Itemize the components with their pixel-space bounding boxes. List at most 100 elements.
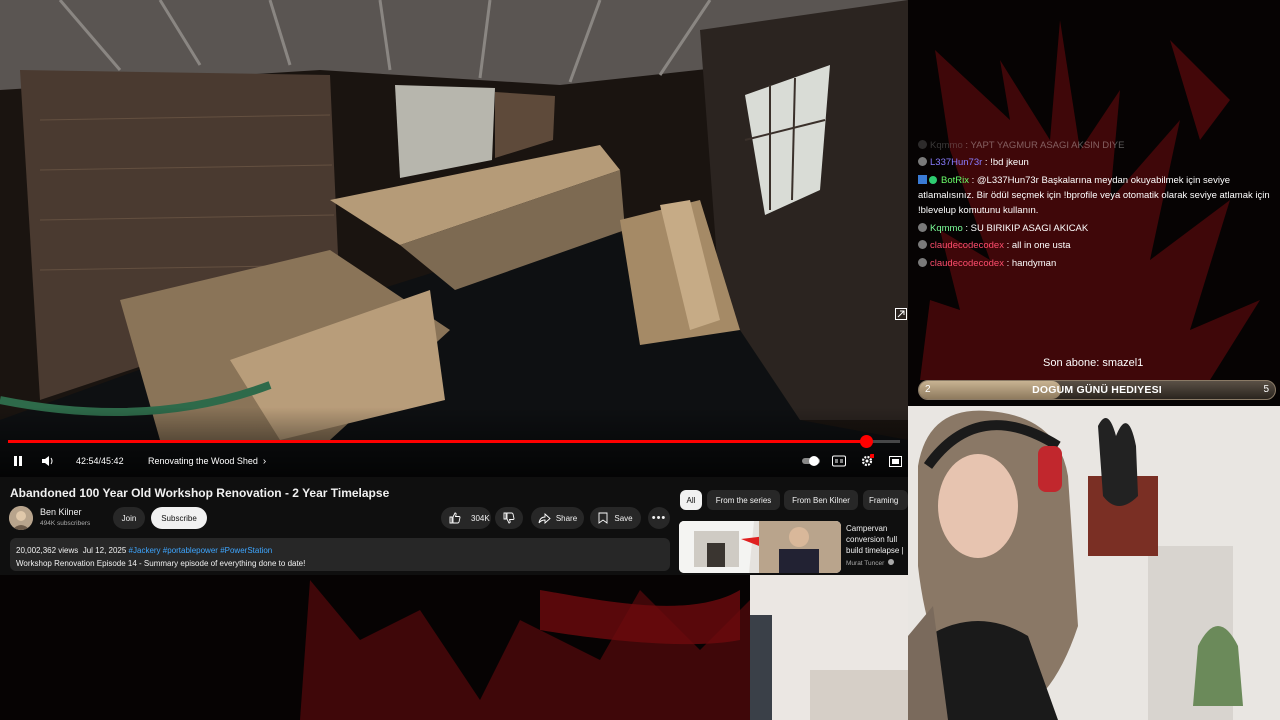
join-button[interactable]: Join [113, 507, 145, 529]
chip-all[interactable]: All [680, 490, 702, 510]
goal-title: DOGUM GÜNÜ HEDIYESI [1032, 384, 1162, 396]
chapter-title: Renovating the Wood Shed [148, 456, 258, 466]
chat-separator: : [1003, 258, 1012, 269]
user-badge-icon [918, 258, 927, 267]
chat-message: Kqmmo : YAPT YAGMUR ASAGI AKSIN DIYE [918, 138, 1124, 153]
chat-text: handyman [1011, 258, 1057, 269]
user-badge-icon [918, 140, 927, 149]
like-count: 304K [471, 513, 490, 523]
chapter-button[interactable]: Renovating the Wood Shed › [148, 450, 266, 472]
goal-target: 5 [1263, 384, 1269, 395]
chat-username: Kqmmo [930, 140, 963, 151]
chat-separator: : [962, 223, 971, 234]
gear-icon [861, 454, 874, 467]
duration: 45:42 [101, 456, 124, 466]
verified-icon [888, 559, 895, 565]
chip-from-ben-kilner[interactable]: From Ben Kilner [784, 490, 858, 510]
miniplayer-icon[interactable] [895, 307, 907, 325]
time-display: 42:54 / 45:42 [76, 450, 124, 472]
recommendation-thumbnail[interactable] [679, 521, 841, 573]
user-badge-icon [918, 157, 927, 166]
theater-icon [889, 455, 902, 467]
share-label: Share [555, 513, 578, 523]
captions-button[interactable] [832, 450, 846, 472]
subscriber-count: 494K subscribers [40, 520, 91, 527]
chat-text: all in one usta [1011, 240, 1071, 251]
current-time: 42:54 [76, 456, 99, 466]
chevron-right-icon: › [262, 455, 267, 467]
chat-username: BotRix [941, 175, 969, 186]
captions-icon [832, 455, 846, 467]
video-frame [0, 0, 908, 477]
like-button[interactable]: 304K [441, 507, 491, 529]
pause-icon [14, 456, 22, 466]
thumbs-down-icon [503, 512, 515, 524]
share-icon [538, 512, 551, 524]
recommendation-title[interactable]: Campervan conversion full build timelaps… [846, 523, 908, 557]
webcam-feed [908, 406, 1280, 720]
chat-message: claudecodecodex : all in one usta [918, 238, 1071, 253]
chip-framing[interactable]: Framing [863, 490, 908, 510]
thumbnail-image [679, 521, 841, 573]
description-box[interactable]: 20,002,362 views Jul 12, 2025 #Jackery #… [10, 538, 670, 571]
hashtag[interactable]: #Jackery [129, 546, 161, 555]
chat-username: L337Hun73r [930, 157, 983, 168]
settings-button[interactable] [860, 450, 874, 472]
progress-scrubber[interactable] [860, 435, 874, 448]
bookmark-icon [598, 512, 608, 524]
volume-icon [42, 456, 53, 466]
channel-name[interactable]: Ben Kilner [40, 507, 82, 517]
recommendation-channel: Murat Tuncer [846, 559, 895, 567]
goal-progress-bar: 2 DOGUM GÜNÜ HEDIYESI 5 [918, 380, 1276, 400]
autoplay-toggle[interactable] [801, 450, 821, 472]
publish-date: Jul 12, 2025 [82, 546, 127, 555]
video-player[interactable]: 42:54 / 45:42 Renovating the Wood Shed › [0, 0, 908, 477]
chat-text: SU BIRIKIP ASAGI AKICAK [970, 223, 1089, 234]
video-title: Abandoned 100 Year Old Workshop Renovati… [10, 486, 390, 500]
pause-button[interactable] [12, 450, 24, 472]
view-count: 20,002,362 views [16, 546, 79, 555]
room-image [750, 575, 908, 720]
chat-text: !bd jkeun [990, 157, 1029, 168]
theater-mode-button[interactable] [889, 450, 902, 472]
chat-text: YAPT YAGMUR ASAGI AKSIN DIYE [970, 140, 1125, 151]
hashtag[interactable]: #PowerStation [220, 546, 272, 555]
save-label: Save [614, 513, 633, 523]
verified-bot-icon [929, 176, 937, 184]
player-controls: 42:54 / 45:42 Renovating the Wood Shed › [0, 450, 908, 472]
description-meta: 20,002,362 views Jul 12, 2025 #Jackery #… [16, 546, 272, 555]
hashtags: #Jackery #portablepower #PowerStation [129, 546, 273, 555]
more-actions-button[interactable]: ••• [648, 507, 670, 529]
chip-from-the-series[interactable]: From the series [707, 490, 780, 510]
chat-username: claudecodecodex [930, 258, 1004, 269]
hashtag[interactable]: #portablepower [163, 546, 218, 555]
more-horizontal-icon: ••• [651, 512, 667, 524]
webcam-background-left [750, 575, 908, 720]
save-button[interactable]: Save [590, 507, 641, 529]
chat-separator: : [1003, 240, 1012, 251]
thumbs-up-icon [449, 512, 461, 524]
bot-badge-icon [918, 175, 927, 184]
volume-button[interactable] [41, 450, 55, 472]
chat-message: Kqmmo : SU BIRIKIP ASAGI AKICAK [918, 221, 1088, 236]
chat-message: L337Hun73r : !bd jkeun [918, 155, 1029, 170]
avatar-image [9, 506, 33, 530]
recommendation-channel-name: Murat Tuncer [846, 560, 885, 567]
chat-message: BotRix : @L337Hun73r Başkalarına meydan … [918, 173, 1280, 218]
dislike-button[interactable] [495, 507, 523, 529]
channel-avatar[interactable] [9, 506, 33, 530]
share-button[interactable]: Share [531, 507, 584, 529]
chat-username: Kqmmo [930, 223, 963, 234]
progress-bar[interactable] [8, 435, 900, 448]
video-info-panel: Abandoned 100 Year Old Workshop Renovati… [0, 477, 908, 575]
subscribe-button[interactable]: Subscribe [151, 507, 207, 529]
chat-message: claudecodecodex : handyman [918, 256, 1056, 271]
last-subscriber-label: Son abone: smazel1 [1043, 357, 1144, 369]
chat-separator: : [968, 175, 977, 186]
autoplay-toggle-icon [802, 456, 820, 466]
user-badge-icon [918, 240, 927, 249]
user-badge-icon [918, 223, 927, 232]
webcam-image [908, 406, 1280, 720]
progress-played [8, 440, 867, 443]
chat-username: claudecodecodex [930, 240, 1004, 251]
